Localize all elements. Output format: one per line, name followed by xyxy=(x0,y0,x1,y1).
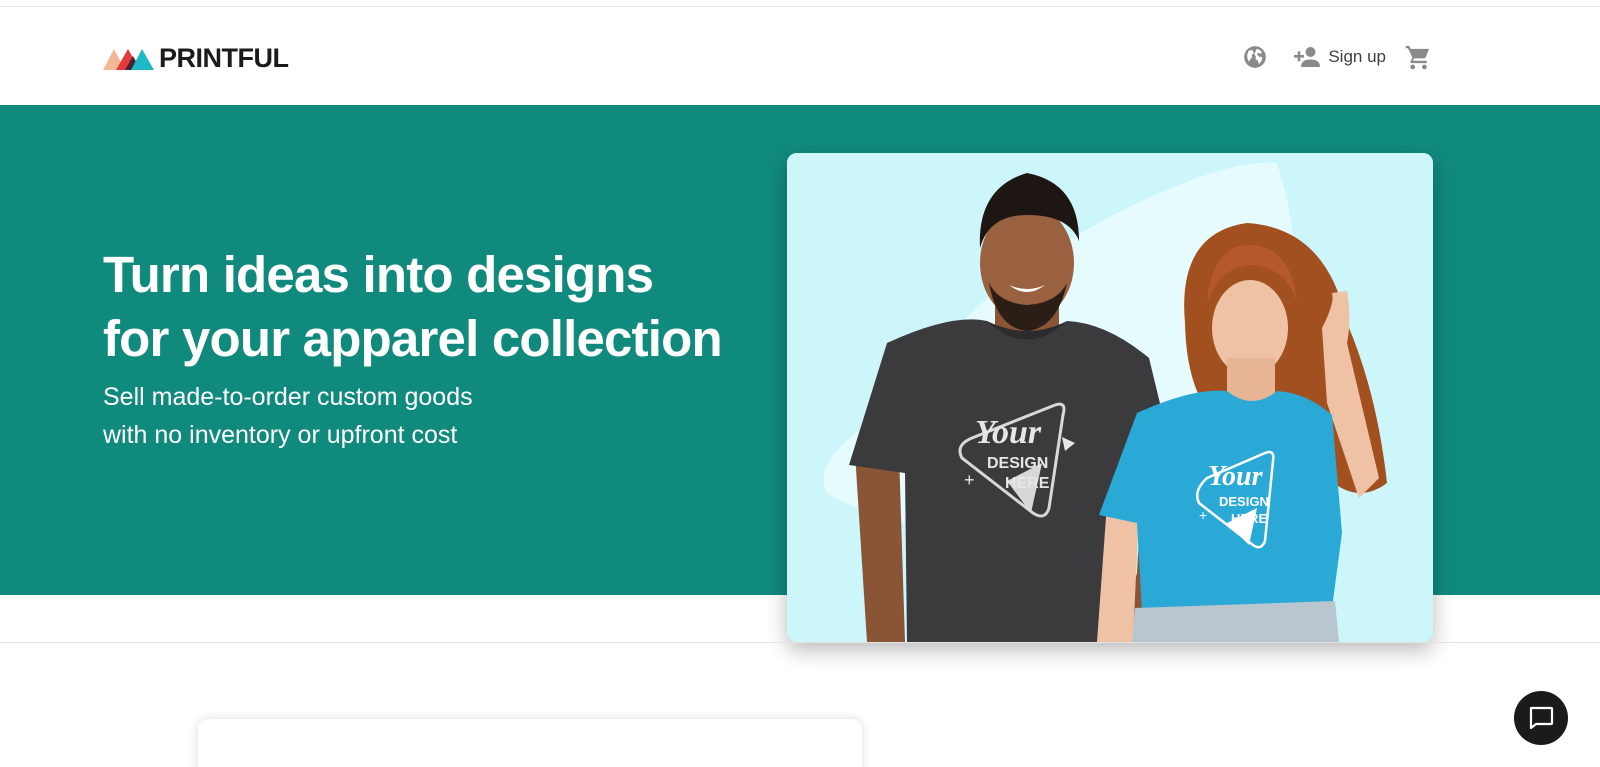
brand-logo[interactable]: PRINTFUL xyxy=(103,43,289,73)
hero-title-line-2: for your apparel collection xyxy=(103,310,723,367)
chat-button[interactable] xyxy=(1514,691,1568,745)
globe-icon[interactable] xyxy=(1242,44,1268,70)
svg-text:Your: Your xyxy=(1208,461,1264,492)
hero-title: Turn ideas into designs for your apparel… xyxy=(103,243,783,371)
hero-subtitle-line-2: with no inventory or upfront cost xyxy=(103,421,458,449)
print-design: DESIGN xyxy=(987,455,1048,472)
hero-title-line-1: Turn ideas into designs xyxy=(103,246,654,303)
print-here: HERE xyxy=(1005,475,1050,492)
svg-text:+: + xyxy=(1199,507,1207,523)
logo-mark-icon xyxy=(103,49,154,70)
section-divider xyxy=(0,642,1600,643)
cart-icon[interactable] xyxy=(1404,43,1432,71)
svg-text:+: + xyxy=(964,470,975,490)
site-header: PRINTFUL Sign up xyxy=(0,7,1600,105)
brand-name: PRINTFUL xyxy=(159,43,289,73)
person-add-icon xyxy=(1294,47,1321,67)
hero-subtitle: Sell made-to-order custom goods with no … xyxy=(103,378,623,454)
chat-icon xyxy=(1529,706,1554,730)
hero-image: Your DESIGN HERE + Your DESIGN HERE + xyxy=(787,153,1433,642)
header-nav: Sign up xyxy=(1242,43,1432,71)
svg-text:HERE: HERE xyxy=(1231,511,1267,526)
print-your: Your xyxy=(975,414,1042,451)
signup-label: Sign up xyxy=(1328,47,1386,66)
content-card xyxy=(198,719,862,767)
hero-subtitle-line-1: Sell made-to-order custom goods xyxy=(103,383,473,411)
signup-link[interactable]: Sign up xyxy=(1294,46,1386,68)
svg-text:DESIGN: DESIGN xyxy=(1219,494,1269,509)
